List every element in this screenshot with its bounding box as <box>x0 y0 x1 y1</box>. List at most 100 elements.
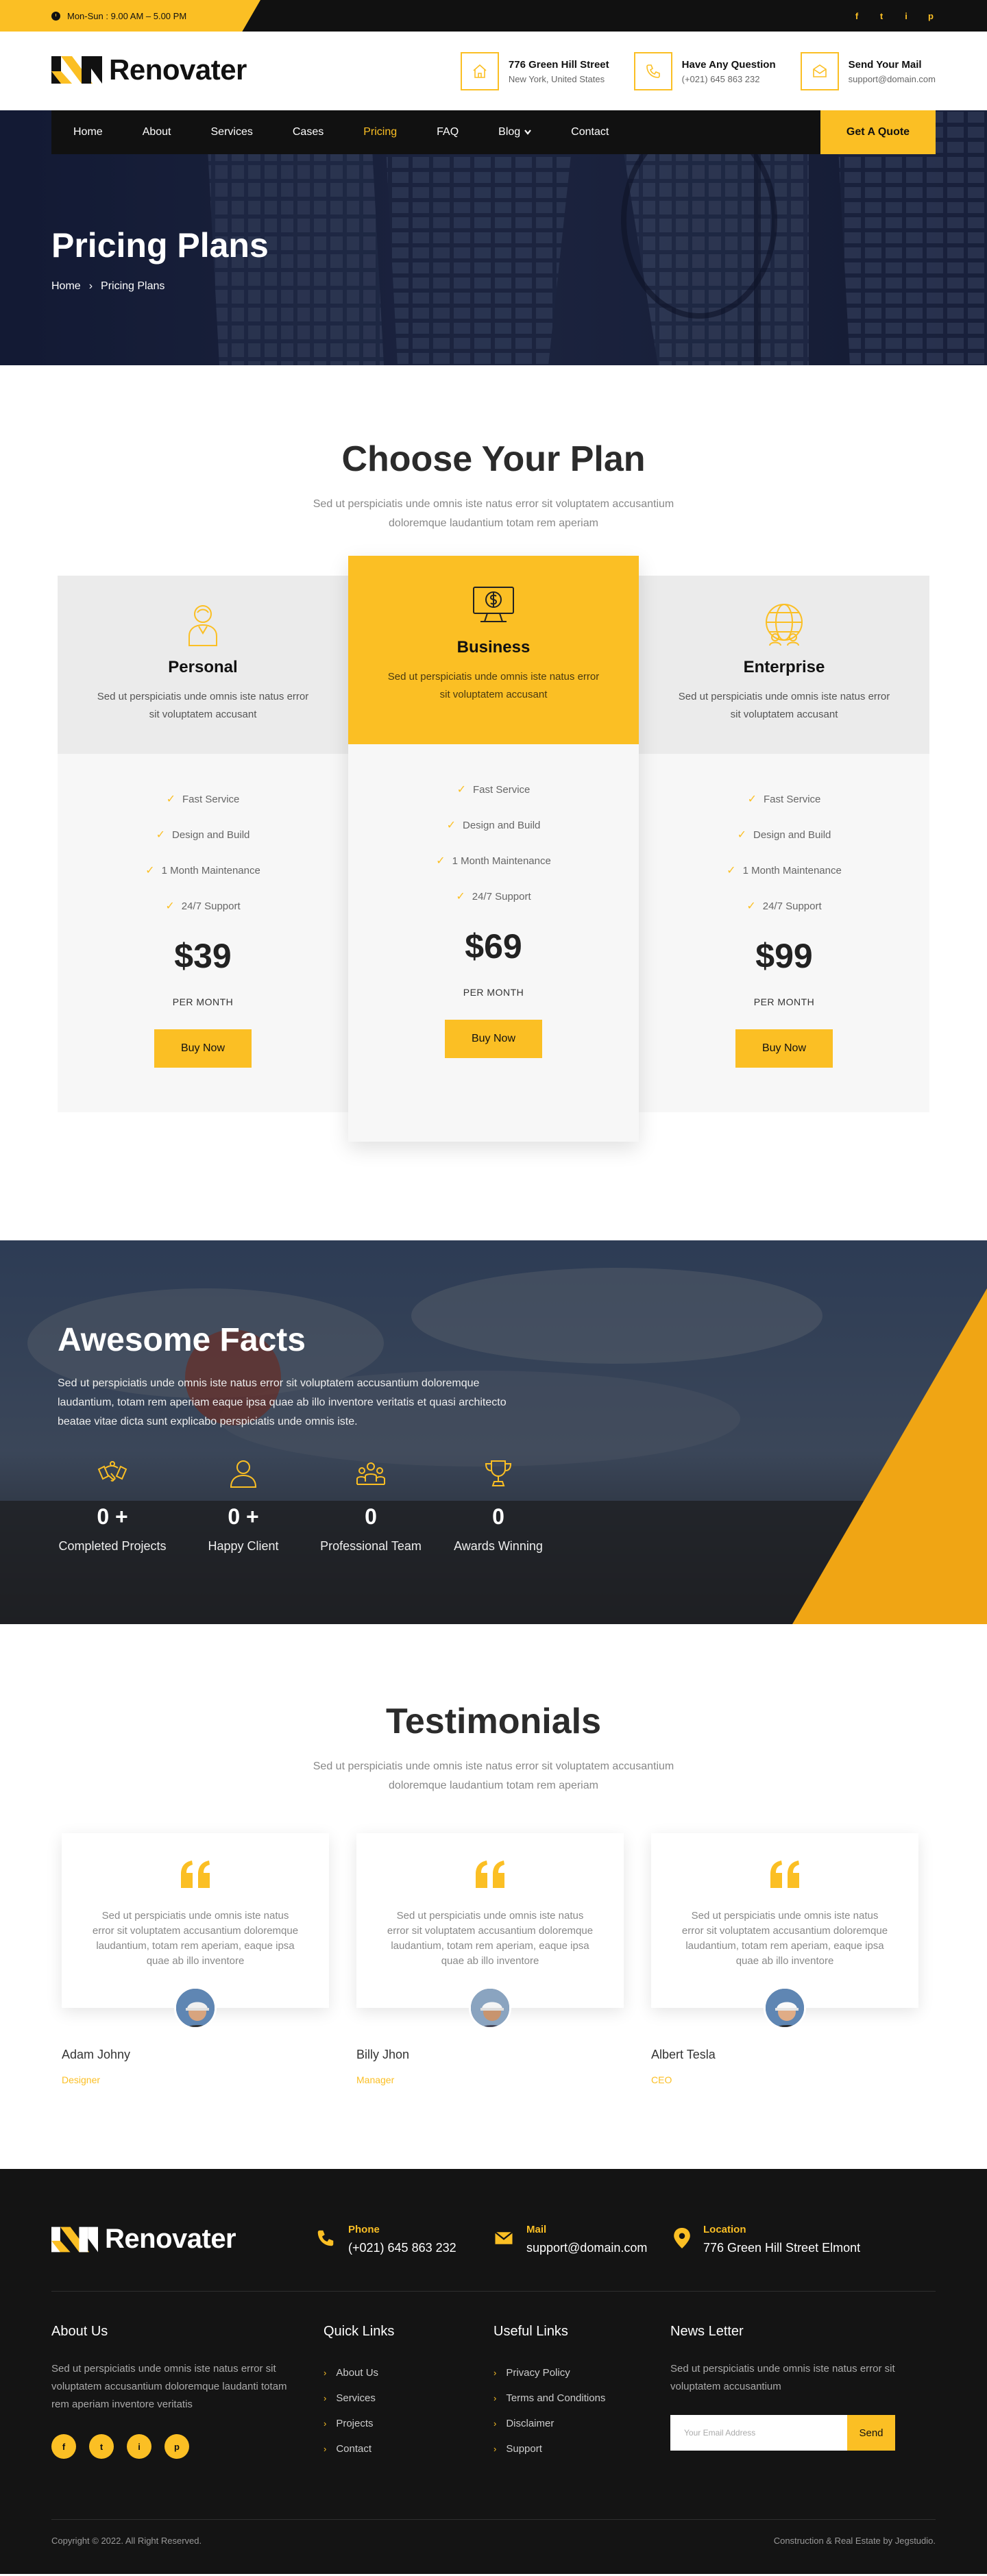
testimonial-name: Adam Johny <box>62 2048 131 2061</box>
footer-link-services[interactable]: › Services <box>324 2385 394 2411</box>
credit-text: Construction & Real Estate by Jegstudio. <box>773 2536 936 2546</box>
testimonial-cards: Sed ut perspiciatis unde omnis iste natu… <box>62 1833 925 2107</box>
footer-link-contact[interactable]: › Contact <box>324 2436 394 2462</box>
chevron-right-icon: › <box>324 2444 327 2454</box>
contact-mail-sub: support@domain.com <box>848 73 936 84</box>
copyright-text: Copyright © 2022. All Right Reserved. <box>51 2536 202 2546</box>
buy-now-button[interactable]: Buy Now <box>154 1029 252 1068</box>
get-quote-button[interactable]: Get A Quote <box>820 110 936 154</box>
facebook-icon[interactable]: f <box>852 11 862 21</box>
plan-price: $99 <box>755 937 813 975</box>
testimonial-role: CEO <box>651 2074 672 2085</box>
check-icon: ✓ <box>746 900 756 912</box>
footer-logo[interactable]: Renovater <box>51 2224 236 2255</box>
nav-services[interactable]: Services <box>211 126 253 138</box>
counter-happy-client: 0 + Happy Client <box>199 1458 288 1554</box>
footer-link-projects[interactable]: › Projects <box>324 2411 394 2436</box>
footer-link-privacy[interactable]: › Privacy Policy <box>494 2360 605 2385</box>
counter-awards-winning: 0 Awards Winning <box>454 1458 543 1554</box>
pinterest-icon[interactable]: p <box>926 11 936 21</box>
testimonial-text: Sed ut perspiciatis unde omnis iste natu… <box>92 1910 299 1967</box>
monitor-dollar-icon <box>473 587 514 622</box>
plan-description: Sed ut perspiciatis unde omnis iste natu… <box>678 691 890 720</box>
phone-icon <box>633 52 672 90</box>
testimonial-name: Albert Tesla <box>651 2048 716 2061</box>
facebook-icon[interactable]: f <box>51 2434 76 2459</box>
footer-useful-title: Useful Links <box>494 2324 568 2339</box>
testimonial-text: Sed ut perspiciatis unde omnis iste natu… <box>387 1910 594 1967</box>
quote-icon <box>181 1861 210 1888</box>
nav-contact[interactable]: Contact <box>571 126 609 138</box>
check-icon: ✓ <box>145 865 155 876</box>
footer-link-disclaimer[interactable]: › Disclaimer <box>494 2411 605 2436</box>
plan-feature: ✓ 24/7 Support <box>746 900 822 913</box>
contact-mail-title: Send Your Mail <box>848 58 922 71</box>
nav-cases[interactable]: Cases <box>293 126 324 138</box>
twitter-icon[interactable]: t <box>877 11 886 21</box>
quote-icon <box>476 1861 504 1888</box>
counter-label: Happy Client <box>208 1539 279 1553</box>
footer-link-support[interactable]: › Support <box>494 2436 605 2462</box>
quote-icon <box>770 1861 799 1888</box>
check-icon: ✓ <box>727 865 736 876</box>
breadcrumb-home[interactable]: Home <box>51 280 81 293</box>
newsletter-email-input[interactable]: Your Email Address <box>670 2415 847 2451</box>
buy-now-button[interactable]: Buy Now <box>735 1029 833 1068</box>
testimonial-card: Sed ut perspiciatis unde omnis iste natu… <box>62 1833 329 2008</box>
nav-pricing[interactable]: Pricing <box>363 126 397 138</box>
footer-phone-value[interactable]: (+021) 645 863 232 <box>348 2241 456 2255</box>
instagram-icon[interactable]: i <box>127 2434 151 2459</box>
avatar <box>764 1987 806 2029</box>
footer-mail-value[interactable]: support@domain.com <box>526 2241 647 2255</box>
footer-link-about[interactable]: › About Us <box>324 2360 394 2385</box>
plan-name: Enterprise <box>743 658 825 676</box>
testimonial-name: Billy Jhon <box>356 2048 410 2061</box>
header-contacts: 776 Green Hill Street New York, United S… <box>460 52 936 90</box>
plan-period: PER MONTH <box>463 987 524 998</box>
footer-location-value: 776 Green Hill Street Elmont <box>703 2241 861 2255</box>
instagram-icon[interactable]: i <box>901 11 911 21</box>
contact-address-sub: New York, United States <box>508 73 605 84</box>
testimonial-card: Sed ut perspiciatis unde omnis iste natu… <box>356 1833 624 2008</box>
footer-quick-title: Quick Links <box>324 2324 395 2339</box>
nav-blog[interactable]: Blog <box>498 126 532 138</box>
contact-address-title: 776 Green Hill Street <box>508 58 609 71</box>
footer-quick-links: Quick Links › About Us › Services › Project… <box>324 2324 394 2462</box>
nav-faq[interactable]: FAQ <box>437 126 459 138</box>
nav-home[interactable]: Home <box>73 126 103 138</box>
buy-now-button[interactable]: Buy Now <box>445 1020 542 1058</box>
mail-icon <box>494 2231 513 2244</box>
plan-features: ✓ Fast Service ✓ Design and Build ✓ 1 Month… <box>58 781 348 924</box>
check-icon: ✓ <box>737 829 746 841</box>
breadcrumb-current: Pricing Plans <box>101 280 165 292</box>
site-logo[interactable]: Renovater <box>51 53 247 86</box>
check-icon: ✓ <box>165 900 175 912</box>
testimonials-section: Testimonials Sed ut perspiciatis unde om… <box>0 1624 987 2169</box>
testimonial-text: Sed ut perspiciatis unde omnis iste natu… <box>681 1910 888 1967</box>
check-icon: ✓ <box>156 829 165 841</box>
counter-value: 0 + <box>97 1504 128 1529</box>
plan-feature: ✓ Fast Service <box>166 793 240 806</box>
footer-link-terms[interactable]: › Terms and Conditions <box>494 2385 605 2411</box>
check-icon: ✓ <box>446 820 456 831</box>
top-social-links: f t i p <box>852 0 936 32</box>
newsletter-send-button[interactable]: Send <box>847 2415 895 2451</box>
pricing-subtitle: Sed ut perspiciatis unde omnis iste natu… <box>313 498 674 529</box>
footer-news-text: Sed ut perspiciatis unde omnis iste natu… <box>670 2363 895 2392</box>
user-icon <box>188 605 217 646</box>
chevron-down-icon <box>524 130 532 135</box>
plan-name: Personal <box>168 658 238 676</box>
chevron-right-icon: › <box>324 2393 327 2403</box>
twitter-icon[interactable]: t <box>89 2434 114 2459</box>
facts-description: Sed ut perspiciatis unde omnis iste natu… <box>58 1377 507 1427</box>
chevron-right-icon: › <box>494 2368 497 2378</box>
check-icon: ✓ <box>456 784 467 796</box>
footer-news-title: News Letter <box>670 2324 744 2339</box>
trophy-icon <box>485 1460 512 1486</box>
counter-completed-projects: 0 + Completed Projects <box>58 1458 167 1554</box>
check-icon: ✓ <box>436 855 446 867</box>
counter-label: Professional Team <box>320 1539 422 1553</box>
pinterest-icon[interactable]: p <box>164 2434 189 2459</box>
nav-about[interactable]: About <box>143 126 171 138</box>
handshake-icon <box>97 1461 127 1482</box>
